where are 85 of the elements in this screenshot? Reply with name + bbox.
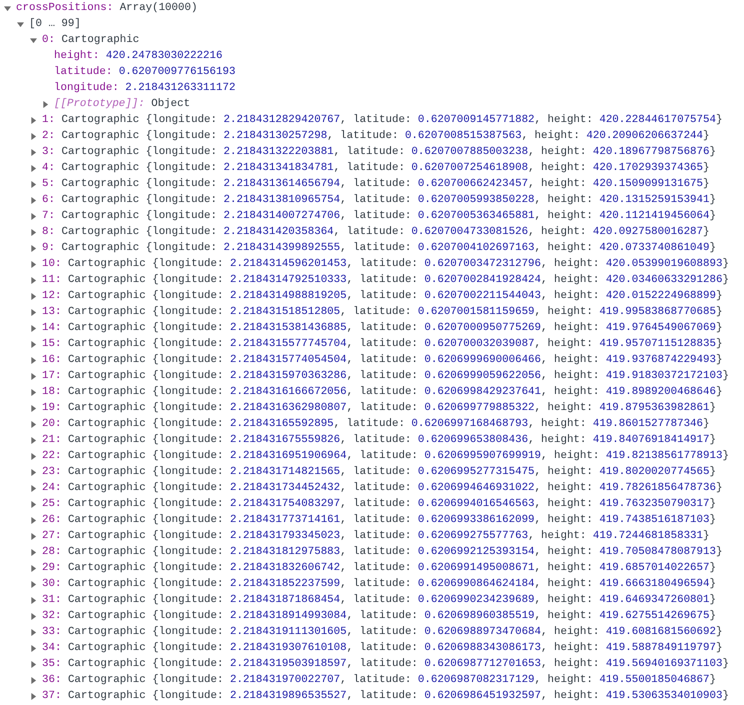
tree-row[interactable]: 19: Cartographic {longitude: 2.2184316362980807, latitude: 0.620699779885322, height: 419.8795363982861} [0,400,744,416]
collapsed-caret-icon[interactable] [30,580,37,588]
collapsed-caret-icon[interactable] [30,180,37,188]
collapsed-caret-icon[interactable] [30,596,37,604]
collapsed-caret-icon[interactable] [30,372,37,380]
collapsed-caret-icon[interactable] [30,356,37,364]
property-row-text: height: 420.24783030222216 [53,48,224,64]
tree-row[interactable]: 11: Cartographic {longitude: 2.2184314792510333, latitude: 0.6207002841928424, height: 420.03460633291286} [0,272,744,288]
collapsed-caret-icon[interactable] [30,148,37,156]
tree-row[interactable]: 17: Cartographic {longitude: 2.2184315970363286, latitude: 0.6206999059622056, height: 419.91830372172103} [0,368,744,384]
tree-row[interactable]: 12: Cartographic {longitude: 2.2184314988819205, latitude: 0.6207002211544043, height: 420.0152224968899} [0,288,744,304]
property-row-text: latitude: 0.6207009776156193 [53,64,236,80]
collapsed-caret-icon[interactable] [30,692,37,700]
collapsed-caret-icon[interactable] [30,260,37,268]
collapsed-caret-icon[interactable] [30,500,37,508]
collapsed-caret-icon[interactable] [30,292,37,300]
collapsed-caret-icon[interactable] [30,628,37,636]
collapsed-caret-icon[interactable] [30,404,37,412]
tree-row[interactable]: 21: Cartographic {longitude: 2.218431675559826, latitude: 0.620699653808436, height: 419.84076918414917} [0,432,744,448]
collapsed-caret-icon[interactable] [30,644,37,652]
tree-row[interactable]: 5: Cartographic {longitude: 2.2184313614656794, latitude: 0.620700662423457, height: 420.1509099131675} [0,176,744,192]
collapsed-caret-icon[interactable] [30,212,37,220]
tree-row[interactable]: 27: Cartographic {longitude: 2.218431793345023, latitude: 0.620699275577763, height: 419.7244681858331} [0,528,744,544]
collapsed-caret-icon[interactable] [30,452,37,460]
collapsed-caret-icon[interactable] [30,276,37,284]
collapsed-caret-icon[interactable] [30,532,37,540]
tree-row[interactable]: 30: Cartographic {longitude: 2.218431852237599, latitude: 0.6206990864624184, height: 419.6663180496594} [0,576,744,592]
collapsed-caret-icon[interactable] [30,308,37,316]
tree-row[interactable]: 9: Cartographic {longitude: 2.2184314399892555, latitude: 0.6207004102697163, height: 420.0733740861049} [0,240,744,256]
collapsed-caret-icon[interactable] [30,196,37,204]
tree-row[interactable]: 32: Cartographic {longitude: 2.2184318914993084, latitude: 0.620698960385519, height: 419.6275514269675} [0,608,744,624]
collapsed-caret-icon[interactable] [30,164,37,172]
tree-row[interactable]: 31: Cartographic {longitude: 2.218431871868454, latitude: 0.6206990234239689, height: 419.6469347260801} [0,592,744,608]
collapsed-caret-icon[interactable] [30,244,37,252]
collapsed-caret-icon[interactable] [42,100,49,108]
tree-row[interactable]: 1: Cartographic {longitude: 2.2184312829420767, latitude: 0.6207009145771882, height: 420.22844617075754} [0,112,744,128]
collapsed-caret-icon[interactable] [30,468,37,476]
collapsed-caret-icon[interactable] [30,564,37,572]
tree-row[interactable]: 23: Cartographic {longitude: 2.218431714821565, latitude: 0.6206995277315475, height: 419.8020020774565} [0,464,744,480]
expanded-caret-icon[interactable] [4,4,11,12]
tree-row[interactable]: 6: Cartographic {longitude: 2.2184313810965754, latitude: 0.6207005993850228, height: 420.1315259153941} [0,192,744,208]
tree-row[interactable]: 25: Cartographic {longitude: 2.218431754083297, latitude: 0.6206994016546563, height: 419.7632350790317} [0,496,744,512]
property-row-text: longitude: 2.218431263311172 [53,80,236,96]
collapsed-caret-icon[interactable] [30,324,37,332]
tree-row[interactable]: 0: Cartographic [0,32,744,48]
tree-row[interactable]: 29: Cartographic {longitude: 2.218431832606742, latitude: 0.6206991495008671, height: 419.6857014022657} [0,560,744,576]
tree-row[interactable]: 2: Cartographic {longitude: 2.21843130257298, latitude: 0.6207008515387563, height: 420.20906206637244} [0,128,744,144]
tree-row[interactable]: 24: Cartographic {longitude: 2.218431734452432, latitude: 0.6206994646931022, height: 419.78261856478736} [0,480,744,496]
collapsed-caret-icon[interactable] [30,516,37,524]
tree-row[interactable]: 14: Cartographic {longitude: 2.2184315381436885, latitude: 0.6207000950775269, height: 419.9764549067069} [0,320,744,336]
collapsed-caret-icon[interactable] [30,612,37,620]
tree-row[interactable]: 10: Cartographic {longitude: 2.2184314596201453, latitude: 0.6207003472312796, height: 420.05399019608893} [0,256,744,272]
tree-row[interactable]: 3: Cartographic {longitude: 2.218431322203881, latitude: 0.6207007885003238, height: 420.18967798756876} [0,144,744,160]
tree-row[interactable]: 26: Cartographic {longitude: 2.218431773714161, latitude: 0.6206993386162099, height: 419.7438516187103} [0,512,744,528]
tree-row[interactable]: 36: Cartographic {longitude: 2.218431970022707, latitude: 0.6206987082317129, height: 419.5500185046867} [0,672,744,688]
collapsed-caret-icon[interactable] [30,548,37,556]
tree-row[interactable]: 7: Cartographic {longitude: 2.2184314007274706, latitude: 0.6207005363465881, height: 420.1121419456064} [0,208,744,224]
tree-row[interactable]: 13: Cartographic {longitude: 2.218431518512805, latitude: 0.6207001581159659, height: 419.99583868770685} [0,304,744,320]
tree-row[interactable]: 34: Cartographic {longitude: 2.2184319307610108, latitude: 0.6206988343086173, height: 419.5887849119797} [0,640,744,656]
tree-row[interactable]: 33: Cartographic {longitude: 2.2184319111301605, latitude: 0.6206988973470684, height: 419.6081681560692} [0,624,744,640]
tree-row[interactable]: 18: Cartographic {longitude: 2.2184316166672056, latitude: 0.6206998429237641, height: 419.8989200468646} [0,384,744,400]
collapsed-caret-icon[interactable] [30,420,37,428]
expanded-caret-icon[interactable] [30,36,37,44]
collapsed-caret-icon[interactable] [30,340,37,348]
tree-row[interactable]: [0 … 99] [0,16,744,32]
collapsed-caret-icon[interactable] [30,484,37,492]
expanded-caret-icon[interactable] [17,20,24,28]
collapsed-caret-icon[interactable] [30,116,37,124]
collapsed-caret-icon[interactable] [30,660,37,668]
tree-row[interactable]: 37: Cartographic {longitude: 2.2184319896535527, latitude: 0.6206986451932597, height: 419.53063534010903} [0,688,744,704]
collapsed-caret-icon[interactable] [30,388,37,396]
tree-row[interactable]: 35: Cartographic {longitude: 2.2184319503918597, latitude: 0.6206987712701653, height: 419.56940169371103} [0,656,744,672]
tree-row[interactable]: 22: Cartographic {longitude: 2.2184316951906964, latitude: 0.6206995907699919, height: 419.82138561778913} [0,448,744,464]
tree-row[interactable]: 20: Cartographic {longitude: 2.21843165592895, latitude: 0.6206997168468793, height: 419.8601527787346} [0,416,744,432]
tree-row[interactable]: [[Prototype]]: Object [0,96,744,112]
collapsed-caret-icon[interactable] [30,676,37,684]
tree-row[interactable]: 8: Cartographic {longitude: 2.218431420358364, latitude: 0.6207004733081526, height: 420.0927580016287} [0,224,744,240]
tree-row[interactable]: 28: Cartographic {longitude: 2.218431812975883, latitude: 0.6206992125393154, height: 419.70508478087913} [0,544,744,560]
collapsed-caret-icon[interactable] [30,132,37,140]
collapsed-caret-icon[interactable] [30,228,37,236]
tree-row[interactable]: 4: Cartographic {longitude: 2.218431341834781, latitude: 0.6207007254618908, height: 420.1702939374365} [0,160,744,176]
tree-row[interactable]: 16: Cartographic {longitude: 2.2184315774054504, latitude: 0.6206999690006466, height: 419.9376874229493} [0,352,744,368]
tree-row[interactable]: 15: Cartographic {longitude: 2.2184315577745704, latitude: 0.620700032039087, height: 419.95707115128835} [0,336,744,352]
collapsed-caret-icon[interactable] [30,436,37,444]
tree-row[interactable]: crossPositions: Array(10000) [0,0,744,16]
